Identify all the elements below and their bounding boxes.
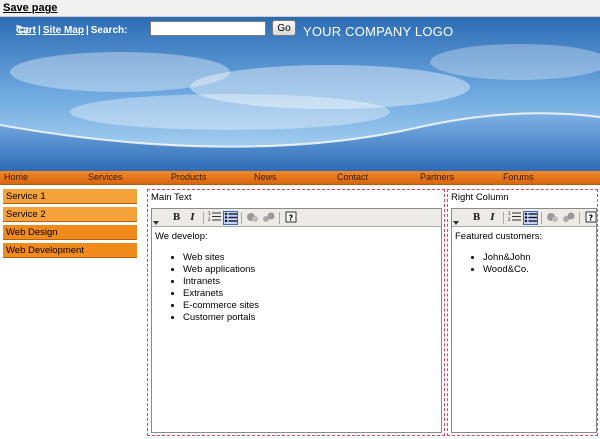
list-item: Customer portals xyxy=(183,312,259,324)
list-item: John&John xyxy=(483,252,542,264)
svg-text:1: 1 xyxy=(208,211,211,216)
cart-icon[interactable] xyxy=(16,25,29,35)
svg-text:?: ? xyxy=(288,214,293,223)
menu-item-service-2[interactable]: Service 2 xyxy=(3,207,137,222)
insert-link-icon[interactable] xyxy=(261,211,276,225)
insert-image-icon[interactable] xyxy=(245,211,260,225)
bold-button[interactable]: B xyxy=(469,211,484,225)
main-editor-toolbar: B I 12 ? xyxy=(152,209,441,227)
nav-products[interactable]: Products xyxy=(171,172,207,182)
toolbar-separator xyxy=(503,212,504,224)
main-text-title: Main Text xyxy=(151,192,192,203)
header-banner: Cart | Site Map | Search: Go YOUR COMPANY LO… xyxy=(0,17,600,171)
toolbar-separator xyxy=(203,212,204,224)
main-text-editor[interactable]: B I 12 ? We develop: Web sites Web appli… xyxy=(151,208,442,433)
svg-text:?: ? xyxy=(588,214,593,223)
nav-contact[interactable]: Contact xyxy=(337,172,368,182)
banner-background xyxy=(0,17,600,171)
left-menu: Service 1 Service 2 Web Design Web Devel… xyxy=(3,189,137,261)
numbered-list-icon[interactable]: 12 xyxy=(507,211,522,225)
save-bar: Save page xyxy=(0,0,600,17)
main-intro-text: We develop: xyxy=(155,231,208,242)
bullet-list-icon[interactable] xyxy=(523,211,538,225)
nav-home[interactable]: Home xyxy=(4,172,28,182)
right-column-title: Right Column xyxy=(451,192,509,203)
save-page-link[interactable]: Save page xyxy=(3,2,57,14)
go-button[interactable]: Go xyxy=(272,20,296,36)
toolbar-separator xyxy=(541,212,542,224)
bullet-list-icon[interactable] xyxy=(223,211,238,225)
svg-text:2: 2 xyxy=(508,217,511,222)
nav-services[interactable]: Services xyxy=(88,172,123,182)
main-service-list: Web sites Web applications Intranets Ext… xyxy=(155,252,259,324)
toolbar-collapse-icon[interactable] xyxy=(153,221,159,225)
help-icon[interactable]: ? xyxy=(283,211,298,225)
nav-news[interactable]: News xyxy=(254,172,277,182)
list-item: Wood&Co. xyxy=(483,264,542,276)
list-item: Web applications xyxy=(183,264,259,276)
link-separator: | xyxy=(38,25,41,36)
menu-item-web-design[interactable]: Web Design xyxy=(3,225,137,240)
list-item: E-commerce sites xyxy=(183,300,259,312)
top-links: Cart | Site Map | Search: xyxy=(16,25,127,36)
right-editor-content[interactable]: Featured customers: John&John Wood&Co. xyxy=(455,231,542,276)
nav-forums[interactable]: Forums xyxy=(503,172,534,182)
link-separator: | xyxy=(85,25,89,36)
toolbar-separator xyxy=(241,212,242,224)
bold-button[interactable]: B xyxy=(169,211,184,225)
italic-button[interactable]: I xyxy=(185,211,200,225)
italic-button[interactable]: I xyxy=(485,211,500,225)
toolbar-separator xyxy=(579,212,580,224)
toolbar-collapse-icon[interactable] xyxy=(453,221,459,225)
right-intro-text: Featured customers: xyxy=(455,231,543,242)
right-column-editor[interactable]: B I 12 ? Featured customers: John&John W… xyxy=(451,208,597,433)
list-item: Web sites xyxy=(183,252,259,264)
toolbar-separator xyxy=(279,212,280,224)
menu-item-web-development[interactable]: Web Development xyxy=(3,243,137,258)
site-map-link[interactable]: Site Map xyxy=(43,25,84,36)
main-nav: Home Services Products News Contact Part… xyxy=(0,171,600,185)
search-input[interactable] xyxy=(150,21,266,36)
numbered-list-icon[interactable]: 12 xyxy=(207,211,222,225)
list-item: Extranets xyxy=(183,288,259,300)
menu-item-service-1[interactable]: Service 1 xyxy=(3,189,137,204)
right-editor-toolbar: B I 12 ? xyxy=(452,209,596,227)
svg-text:2: 2 xyxy=(208,217,211,222)
nav-partners[interactable]: Partners xyxy=(420,172,454,182)
company-logo: YOUR COMPANY LOGO xyxy=(303,24,454,39)
help-icon[interactable]: ? xyxy=(583,211,596,225)
main-editor-content[interactable]: We develop: Web sites Web applications I… xyxy=(155,231,259,324)
customer-list: John&John Wood&Co. xyxy=(455,252,542,276)
search-label: Search: xyxy=(90,25,128,36)
insert-image-icon[interactable] xyxy=(545,211,560,225)
list-item: Intranets xyxy=(183,276,259,288)
svg-text:1: 1 xyxy=(508,211,511,216)
insert-link-icon[interactable] xyxy=(561,211,576,225)
